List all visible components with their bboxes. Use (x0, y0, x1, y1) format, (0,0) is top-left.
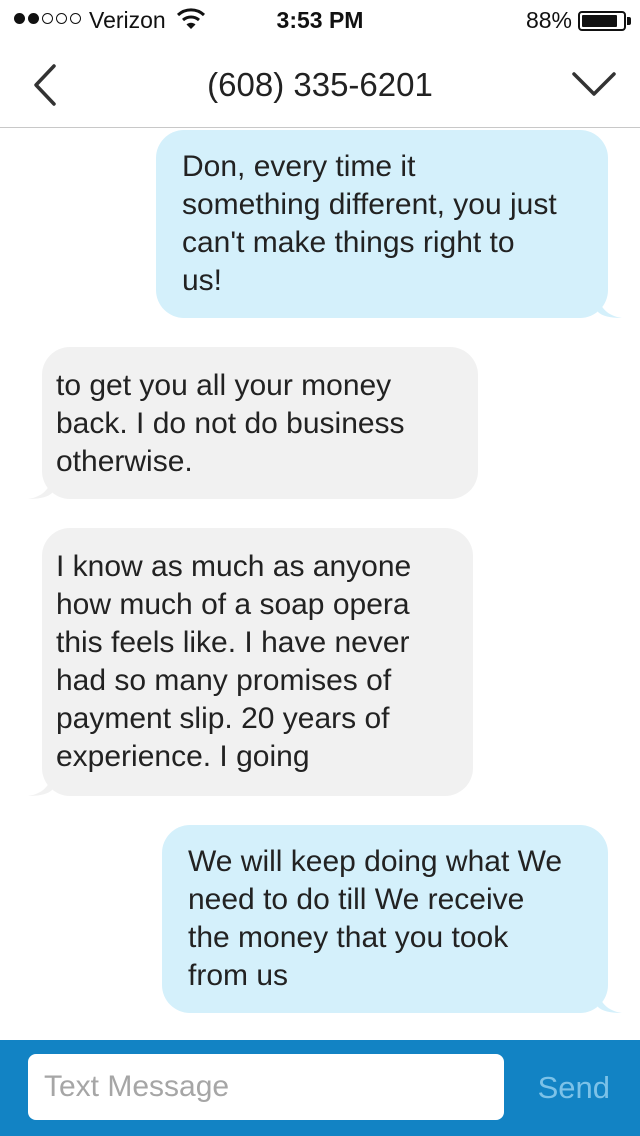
battery-percent: 88% (525, 7, 572, 33)
message-input[interactable] (28, 1054, 504, 1120)
bubble-tail (28, 774, 52, 796)
battery-fill (582, 15, 618, 27)
conversation-menu-button[interactable] (570, 66, 618, 106)
message-text: Don, every time it something different, … (182, 150, 557, 297)
message-bubble-outgoing[interactable]: Don, every time it something different, … (156, 130, 622, 318)
messages-screen: Verizon 3:53 PM 88% (608) 335-6201 Don, … (0, 0, 640, 1136)
contact-phone-number: (608) 335-6201 (207, 66, 433, 103)
bubble-tail (598, 991, 622, 1013)
message-text: to get you all your money back. I do not… (56, 369, 405, 478)
compose-bar: Send (0, 1040, 640, 1136)
battery-icon (578, 11, 626, 31)
message-bubble-incoming[interactable]: to get you all your money back. I do not… (28, 347, 478, 499)
send-button[interactable]: Send (538, 1070, 610, 1106)
conversation-header: (608) 335-6201 (0, 40, 640, 128)
message-text: I know as much as anyone how much of a s… (56, 550, 412, 773)
bubble-tail (598, 296, 622, 318)
message-bubble-outgoing[interactable]: We will keep doing what We need to do ti… (162, 825, 622, 1013)
message-bubble-incoming[interactable]: I know as much as anyone how much of a s… (28, 528, 473, 796)
bubble-tail (28, 477, 52, 499)
chevron-down-icon (572, 72, 616, 96)
message-thread[interactable]: Don, every time it something different, … (0, 128, 640, 1040)
battery-tip (627, 17, 631, 25)
message-text: We will keep doing what We need to do ti… (188, 845, 563, 992)
status-bar: Verizon 3:53 PM 88% (0, 0, 640, 40)
